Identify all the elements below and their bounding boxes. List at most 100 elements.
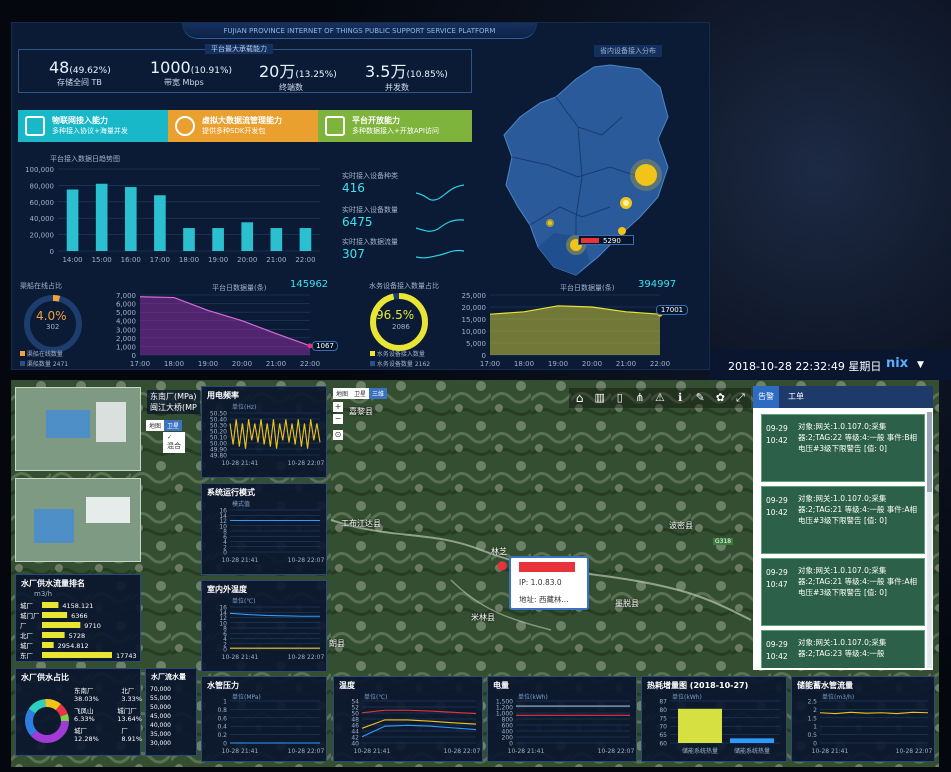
mixed-layer-toggle[interactable]: ✓ 混合 [163,432,185,453]
area-fill [490,305,660,355]
map-tab-satellite[interactable]: 卫星 [351,388,370,399]
x-tick-label: 10-28 22:07 [288,748,325,755]
map-label-langxian: 朗县 [329,639,345,648]
x-tick-label: 22:00 [295,256,315,264]
x-tick-label: 21:00 [616,360,636,368]
supply-pie-panel: 水厂供水占比 东南厂 38.03% 北厂 3.33% 飞凤山 6.33% 城门厂 13.… [15,668,142,756]
rank-value: 9710 [84,622,101,630]
alarm-item[interactable]: 09-29 10:42 对象:网关:1.0.107.0;采集器:2;TAG:23… [761,630,925,668]
alarm-item[interactable]: 09-29 10:42 对象:网关:1.0.107.0;采集器:2;TAG:21… [761,486,925,554]
x-tick-label: 储能系统热量 [734,747,770,755]
capability-data-management[interactable]: 虚拟大数据流管理能力 提供多种SDK开发包 [168,110,318,142]
left-tab-map[interactable]: 地图 [146,420,165,431]
zoom-out-button[interactable]: − [333,414,343,424]
y-tick-label: 3,000 [116,326,136,334]
tab-alarm[interactable]: 告警 [753,386,779,408]
platform-title: FUJIAN PROVINCE INTERNET OF THINGS PUBLI… [223,27,496,35]
capability-iot-access[interactable]: 物联网接入能力 多种接入协议+海量并发 [18,110,168,142]
x-tick-label: 15:00 [92,256,112,264]
alarm-item[interactable]: 09-29 10:42 对象:网关:1.0.107.0;采集器:2;TAG:22… [761,414,925,482]
alarm-list[interactable]: 09-29 10:42 对象:网关:1.0.107.0;采集器:2;TAG:22… [757,412,927,668]
tab-workorder[interactable]: 工单 [783,386,809,408]
user-name[interactable]: nix [886,356,908,371]
heat-bar [730,738,774,743]
x-tick-label: 22:00 [650,360,670,368]
site-photo-tank2 [34,509,74,543]
alarm-tabbar: 告警 工单 [753,386,933,408]
device-popup[interactable]: IP: 1.0.83.0 地址: 西藏林... [509,556,589,610]
open-icon [325,116,345,136]
popup-title-redacted [519,562,575,572]
temperature-title: 温度 [339,681,355,690]
freq-chart: 50.5050.4050.3050.2050.1050.0049.9049.80… [210,411,325,468]
warning-icon[interactable]: ⚠ [651,390,668,406]
water-rate-value: 96.5% [376,308,415,322]
y-tick-label: 2.5 [807,699,817,706]
rank-value: 5728 [69,632,86,640]
rank-bar [42,632,65,638]
heat-title: 热耗增量图 (2018-10-27) [647,681,749,690]
wrench-icon[interactable]: ✎ [692,390,709,406]
left-tab-satellite[interactable]: 卫星 [164,420,183,431]
realtime-device-types: 实时接入设备种类 416 [342,172,398,195]
fullscreen-icon[interactable]: ⤢ [732,390,749,406]
water-area-chart: 25,000 20,000 15,000 10,000 5,000 017:00 18:00… [462,292,671,368]
alarm-item[interactable]: 09-29 10:47 对象:网关:1.0.107.0;采集器:2;TAG:21… [761,558,925,626]
supply-donut [25,699,69,743]
alarm-scrollbar[interactable] [927,412,932,668]
online-rate-legend2: 渠船数量 2471 [20,359,68,368]
water-level-title: 水厂流水量 [151,673,186,681]
map-tab-3d[interactable]: 三维 [369,388,388,399]
x-tick-label: 16:00 [121,256,141,264]
water-rate-legend: 水务设备接入数量 [370,349,425,358]
series-line [819,711,929,715]
paw-icon[interactable]: ✿ [712,390,729,406]
map-reset-button[interactable]: ⊙ [333,430,343,440]
stat-storage: 48(49.62%) 存储全间 TB [49,58,111,87]
rank-name: 城厂 [20,642,34,650]
rank-value: 2954.812 [58,642,89,650]
screen: { "platform": { "title_en": "FUJIAN PROV… [0,0,951,772]
y-tick-label: 0 [50,248,54,256]
rank-bar [42,642,54,648]
water-dashboard: 东南厂(MPa) 闽江大桥(MP 地图 卫星 ✓ 混合 水厂供水流量排名 m3/… [11,380,939,767]
y-tick-label: 2,000 [116,335,136,343]
pressure-title: 水管压力 [207,681,239,690]
stats-title: 平台最大承载能力 [205,44,273,54]
storage-chart: 2.521.5 10.5 010-28 21:41 10-28 22:07 [807,699,932,756]
alarm-scroll-thumb[interactable] [927,412,932,492]
bar-chart-icon[interactable]: ▥ [591,390,608,406]
home-icon[interactable]: ⌂ [571,390,588,406]
x-tick-label: 22:00 [300,360,320,368]
bar [124,187,137,251]
y-tick-label: 25,000 [462,292,487,300]
capability-open-api[interactable]: 平台开放能力 多种数据接入+开放API访问 [318,110,472,142]
hierarchy-icon[interactable]: ⋔ [631,390,648,406]
map-marker-icon[interactable]: ● [497,558,507,572]
water-level-panel: 水厂流水量 70,000 55,000 50,000 45,000 40,000… [145,668,197,756]
y-tick-label: 80 [659,707,667,714]
user-dropdown-icon[interactable]: ▼ [917,360,924,370]
water-level-ticks: 70,000 55,000 50,000 45,000 40,000 35,00… [150,686,171,747]
rank-bar [42,612,68,618]
y-tick-label: 0.5 [807,732,817,739]
iot-platform-panel: FUJIAN PROVINCE INTERNET OF THINGS PUBLI… [11,22,710,370]
map-tab-map[interactable]: 地图 [333,388,352,399]
zoom-in-button[interactable]: + [333,402,343,412]
stat-bandwidth: 1000(10.91%) 带宽 Mbps [150,58,233,87]
capacity-stats: 平台最大承载能力 48(49.62%) 存储全间 TB 1000(10.91%)… [18,44,472,93]
document-icon[interactable]: ▯ [611,390,628,406]
info-icon[interactable]: ℹ [672,390,689,406]
storage-panel: 储能蓄水管流量 单位(m3/h) 2.5 2 1.5 1 0.5 0 10-28 21:41… [791,676,935,762]
province-map [503,64,669,276]
site-photo-2[interactable] [15,478,141,562]
map-label-gongbu: 工布江达县 [341,519,381,528]
site-photo-1[interactable] [15,387,141,471]
pressure-panel: 水管压力 单位(MPa) 1 0.8 0.6 0.4 0.2 0 10-28 21:41 10… [201,676,327,762]
y-tick-label: 5,000 [116,309,136,317]
y-tick-label: 1,000 [116,343,136,351]
x-tick-label: 21:00 [266,360,286,368]
map-badge: 5290 [578,235,634,245]
y-tick-label: 1 [813,724,817,731]
rank-name: 东厂 [20,651,34,660]
